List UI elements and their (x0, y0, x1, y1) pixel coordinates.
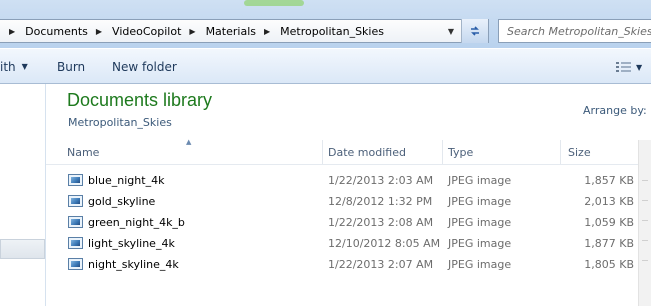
title-bar: ▶ Documents ▶ VideoCopilot ▶ Materials ▶ Me… (0, 0, 651, 48)
column-header-date-modified[interactable]: Date modified (328, 140, 442, 164)
file-size: 1,059 KB (584, 216, 634, 229)
share-with-menu[interactable]: ith ▼ (0, 49, 28, 84)
column-header-name[interactable]: Name (67, 140, 322, 164)
column-divider[interactable] (322, 140, 323, 164)
column-divider[interactable] (442, 140, 443, 164)
file-size: 1,877 KB (584, 237, 634, 250)
jpeg-file-icon (68, 195, 83, 207)
scrollbar-grip (642, 260, 648, 261)
file-date: 12/8/2012 1:32 PM (328, 195, 433, 208)
file-size: 2,013 KB (584, 195, 634, 208)
change-view-button[interactable]: ▼ (616, 59, 646, 75)
vertical-scrollbar[interactable] (638, 140, 651, 306)
search-placeholder: Search Metropolitan_Skies (507, 24, 651, 38)
file-date: 12/10/2012 8:05 AM (328, 237, 441, 250)
scrollbar-grip (642, 200, 648, 201)
navigation-pane[interactable] (0, 84, 46, 306)
file-date: 1/22/2013 2:07 AM (328, 258, 434, 271)
file-name: green_night_4k_b (88, 216, 185, 229)
new-folder-button[interactable]: New folder (112, 49, 177, 84)
scrollbar-grip (642, 240, 648, 241)
scrollbar-grip (642, 180, 648, 181)
file-date: 1/22/2013 2:03 AM (328, 174, 434, 187)
file-type: JPEG image (448, 237, 512, 250)
breadcrumb-documents[interactable]: Documents ▶ (19, 20, 106, 42)
scrollbar-grip (642, 220, 648, 221)
jpeg-file-icon (68, 258, 83, 270)
breadcrumb-materials[interactable]: Materials ▶ (200, 20, 275, 42)
chevron-right-icon[interactable]: ▶ (264, 27, 270, 36)
file-name: light_skyline_4k (88, 237, 175, 250)
chevron-right-icon[interactable]: ▶ (96, 27, 102, 36)
breadcrumb-root-chevron[interactable]: ▶ (0, 20, 19, 42)
file-type: JPEG image (448, 195, 512, 208)
nav-selected-item[interactable] (0, 239, 45, 259)
file-list: blue_night_4k 1/22/2013 2:03 AM JPEG ima… (46, 170, 651, 275)
file-row[interactable]: night_skyline_4k 1/22/2013 2:07 AM JPEG … (46, 254, 651, 275)
file-row[interactable]: green_night_4k_b 1/22/2013 2:08 AM JPEG … (46, 212, 651, 233)
refresh-icon (471, 26, 479, 36)
breadcrumb-videocopilot[interactable]: VideoCopilot ▶ (106, 20, 200, 42)
file-row[interactable]: gold_skyline 12/8/2012 1:32 PM JPEG imag… (46, 191, 651, 212)
file-size: 1,805 KB (584, 258, 634, 271)
file-size: 1,857 KB (584, 174, 634, 187)
chevron-down-icon: ▼ (21, 62, 28, 71)
file-name: night_skyline_4k (88, 258, 179, 271)
breadcrumb-metropolitan-skies[interactable]: Metropolitan_Skies (274, 20, 388, 42)
library-title: Documents library (67, 90, 213, 110)
file-row[interactable]: blue_night_4k 1/22/2013 2:03 AM JPEG ima… (46, 170, 651, 191)
burn-button[interactable]: Burn (57, 49, 85, 84)
search-input[interactable]: Search Metropolitan_Skies (498, 19, 651, 43)
library-subtitle: Metropolitan_Skies (68, 116, 172, 129)
file-type: JPEG image (448, 258, 512, 271)
arrange-by-label[interactable]: Arrange by: (583, 104, 647, 117)
window-glow (244, 0, 304, 6)
file-date: 1/22/2013 2:08 AM (328, 216, 434, 229)
column-header-size[interactable]: Size (568, 140, 638, 164)
command-bar: ith ▼ Burn New folder ▼ (0, 48, 651, 84)
jpeg-file-icon (68, 174, 83, 186)
file-name: gold_skyline (88, 195, 156, 208)
column-headers: Name Date modified Type Size (46, 140, 651, 165)
column-divider[interactable] (560, 140, 561, 164)
file-type: JPEG image (448, 216, 512, 229)
view-options-icon (616, 62, 631, 72)
file-name: blue_night_4k (88, 174, 165, 187)
jpeg-file-icon (68, 237, 83, 249)
chevron-right-icon[interactable]: ▶ (189, 27, 195, 36)
jpeg-file-icon (68, 216, 83, 228)
file-row[interactable]: light_skyline_4k 12/10/2012 8:05 AM JPEG… (46, 233, 651, 254)
address-bar[interactable]: ▶ Documents ▶ VideoCopilot ▶ Materials ▶ Me… (0, 19, 489, 43)
column-header-type[interactable]: Type (448, 140, 560, 164)
file-type: JPEG image (448, 174, 512, 187)
chevron-down-icon: ▼ (636, 62, 643, 72)
address-history-dropdown-icon[interactable]: ▼ (444, 20, 458, 42)
refresh-button[interactable] (461, 19, 488, 43)
